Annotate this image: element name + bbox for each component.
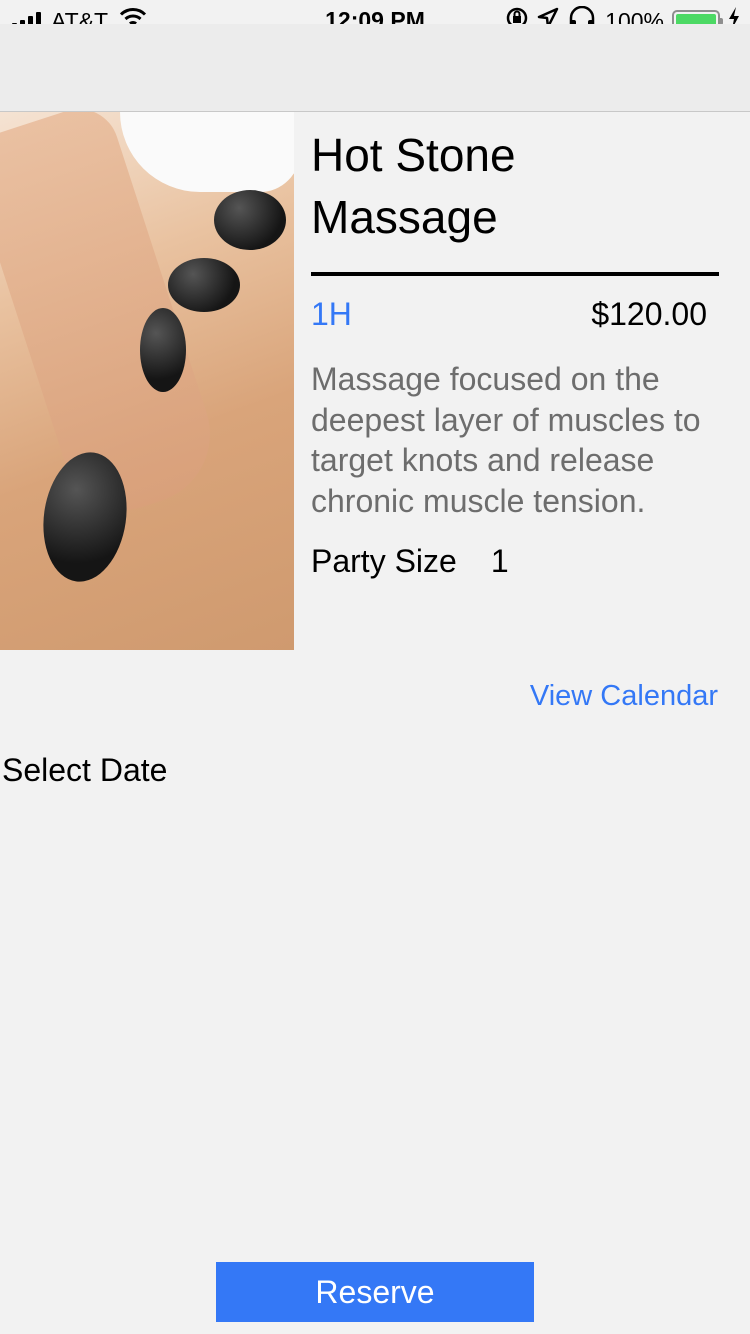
service-price: $120.00: [591, 296, 707, 332]
service-title: Hot Stone Massage: [311, 124, 719, 248]
service-title-line2: Massage: [311, 191, 498, 243]
service-details: Hot Stone Massage 1H $120.00 Massage foc…: [311, 112, 719, 580]
service-title-line1: Hot Stone: [311, 129, 516, 181]
service-description: Massage focused on the deepest layer of …: [311, 361, 701, 519]
service-meta: 1H $120.00: [311, 296, 719, 333]
hot-stone-massage-image: [0, 112, 294, 650]
select-date-label[interactable]: Select Date: [2, 752, 167, 789]
party-size-value[interactable]: 1: [491, 543, 509, 580]
reserve-button[interactable]: Reserve: [216, 1262, 534, 1322]
party-size-label: Party Size: [311, 543, 457, 579]
navigation-bar: [0, 24, 750, 112]
party-size: Party Size 1: [311, 543, 719, 580]
title-divider: [311, 272, 719, 276]
view-calendar-link[interactable]: View Calendar: [530, 680, 718, 713]
service-duration: 1H: [311, 296, 352, 332]
